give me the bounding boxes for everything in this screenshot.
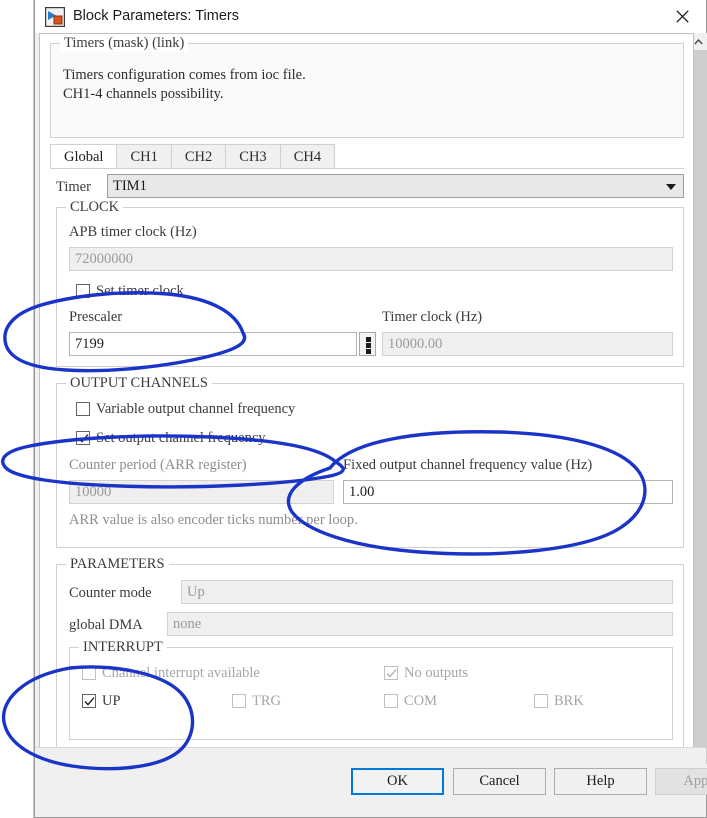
ok-button[interactable]: OK <box>351 768 444 795</box>
mask-description-text: Timers configuration comes from ioc file… <box>63 67 306 102</box>
apb-timer-clock-label: APB timer clock (Hz) <box>69 224 197 240</box>
dialog-scroll-content: Timers (mask) (link) Timers configuratio… <box>39 33 694 778</box>
timer-select-value: TIM1 <box>113 178 147 194</box>
interrupt-group-legend: INTERRUPT <box>79 639 167 656</box>
tab-ch3[interactable]: CH3 <box>225 144 281 169</box>
tab-panel-global: Timer TIM1 CLOCK APB timer clock (Hz) 72… <box>50 168 684 768</box>
clock-group: CLOCK APB timer clock (Hz) 72000000 Set … <box>56 199 684 367</box>
output-channels-group-legend: OUTPUT CHANNELS <box>66 375 212 392</box>
apb-timer-clock-field: 72000000 <box>69 247 673 271</box>
checkmark-icon <box>78 434 89 443</box>
counter-period-field: 10000 <box>69 480 334 504</box>
mask-description-group: Timers (mask) (link) Timers configuratio… <box>50 35 684 138</box>
trg-interrupt-box <box>232 694 246 708</box>
cancel-button[interactable]: Cancel <box>453 768 546 795</box>
block-parameters-dialog: Block Parameters: Timers Timers (mask) (… <box>34 0 707 818</box>
prescaler-label: Prescaler <box>69 309 123 325</box>
parameters-group-legend: PARAMETERS <box>66 556 169 573</box>
interrupt-group: INTERRUPT Channel interrupt available No… <box>69 639 673 740</box>
timer-select[interactable]: TIM1 <box>107 174 684 198</box>
parameters-group: PARAMETERS Counter mode Up global DMA no… <box>56 556 684 759</box>
brk-interrupt-label: BRK <box>554 693 584 709</box>
dialog-button-bar: OK Cancel Help Apply <box>35 747 707 817</box>
prescaler-input[interactable]: 7199 <box>69 332 357 356</box>
channel-interrupt-box <box>82 666 96 680</box>
counter-mode-label: Counter mode <box>69 585 152 601</box>
no-outputs-box <box>384 666 398 680</box>
timer-label: Timer <box>56 179 91 195</box>
fixed-output-frequency-input[interactable]: 1.00 <box>343 480 673 504</box>
set-timer-clock-label: Set timer clock <box>96 283 184 299</box>
variable-output-frequency-box[interactable] <box>76 402 90 416</box>
window-title: Block Parameters: Timers <box>73 8 239 24</box>
set-output-frequency-label: Set output channel frequency <box>96 430 266 446</box>
tab-ch4[interactable]: CH4 <box>279 144 336 169</box>
title-bar: Block Parameters: Timers <box>35 0 706 34</box>
fixed-output-frequency-label: Fixed output channel frequency value (Hz… <box>343 457 593 473</box>
brk-interrupt-box <box>534 694 548 708</box>
trg-interrupt-label: TRG <box>252 693 281 709</box>
mask-group-legend: Timers (mask) (link) <box>60 35 189 52</box>
close-icon[interactable] <box>660 0 706 33</box>
global-dma-label: global DMA <box>69 617 143 633</box>
tab-global[interactable]: Global <box>50 144 118 169</box>
apply-button: Apply <box>655 768 707 795</box>
up-interrupt-box[interactable] <box>82 694 96 708</box>
tab-ch1[interactable]: CH1 <box>116 144 172 169</box>
set-output-frequency-box[interactable] <box>76 431 90 445</box>
simulink-block-icon <box>44 6 66 28</box>
desktop-backdrop <box>0 0 34 818</box>
prescaler-stepper-button[interactable] <box>359 332 376 356</box>
counter-mode-field: Up <box>181 580 673 604</box>
output-channels-group: OUTPUT CHANNELS Variable output channel … <box>56 375 684 548</box>
tab-ch2[interactable]: CH2 <box>170 144 227 169</box>
up-interrupt-label: UP <box>102 693 121 709</box>
arr-note-text: ARR value is also encoder ticks number p… <box>69 512 358 528</box>
com-interrupt-box <box>384 694 398 708</box>
chevron-down-icon <box>666 184 676 190</box>
global-dma-field: none <box>167 612 673 636</box>
tab-strip: Global CH1 CH2 CH3 CH4 <box>50 144 336 169</box>
counter-period-label: Counter period (ARR register) <box>69 457 247 473</box>
set-timer-clock-box[interactable] <box>76 284 90 298</box>
help-button[interactable]: Help <box>554 768 647 795</box>
com-interrupt-label: COM <box>404 693 438 709</box>
variable-output-frequency-label: Variable output channel frequency <box>96 401 296 417</box>
dialog-client-area: Timers (mask) (link) Timers configuratio… <box>35 33 707 817</box>
no-outputs-label: No outputs <box>404 665 469 681</box>
checkmark-icon <box>84 697 95 706</box>
checkmark-icon <box>386 669 397 678</box>
timer-clock-label: Timer clock (Hz) <box>382 309 483 325</box>
timer-clock-field: 10000.00 <box>382 332 673 356</box>
channel-interrupt-label: Channel interrupt available <box>102 665 260 681</box>
clock-group-legend: CLOCK <box>66 199 124 216</box>
